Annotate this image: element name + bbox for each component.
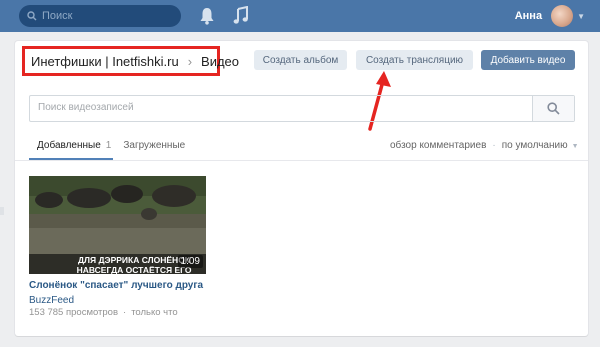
video-thumbnail[interactable]: ДЛЯ ДЭРРИКА СЛОНЁНОК НАВСЕГДА ОСТАЁТСЯ Е…	[29, 176, 206, 274]
left-edge-marker	[0, 207, 4, 215]
video-search-input[interactable]: Поиск видеозаписей	[29, 95, 575, 122]
breadcrumb-group-link[interactable]: Инетфишки | Inetfishki.ru	[31, 54, 179, 69]
search-icon	[27, 11, 37, 21]
separator-dot: ·	[123, 307, 127, 318]
video-duration: 1:09	[177, 255, 203, 268]
video-time: только что	[131, 307, 178, 318]
tab-added-count: 1	[105, 140, 112, 151]
video-search-placeholder: Поиск видеозаписей	[38, 102, 134, 113]
chevron-down-icon: ▼	[571, 143, 579, 150]
user-name: Анна	[514, 10, 543, 22]
video-meta: 153 785 просмотров · только что	[29, 307, 178, 318]
video-views: 153 785 просмотров	[29, 307, 119, 318]
create-stream-button[interactable]: Создать трансляцию	[356, 50, 473, 70]
avatar	[551, 5, 574, 27]
global-search-input[interactable]: Поиск	[19, 5, 181, 27]
search-placeholder: Поиск	[42, 10, 73, 22]
tab-added-label: Добавленные	[37, 140, 101, 151]
bell-icon[interactable]	[199, 7, 215, 25]
chevron-down-icon: ▼	[577, 11, 585, 21]
tab-uploaded[interactable]: Загруженные	[123, 140, 185, 151]
user-menu[interactable]: Анна ▼	[515, 4, 585, 28]
tab-added[interactable]: Добавленные 1	[37, 140, 111, 151]
comments-review-link[interactable]: обзор комментариев	[390, 140, 486, 151]
separator-dot: ·	[492, 140, 496, 151]
music-icon[interactable]	[233, 6, 249, 25]
top-navbar: Поиск Анна ▼	[0, 0, 600, 32]
video-tabs: Добавленные 1 Загруженные	[37, 140, 185, 151]
sort-controls: обзор комментариев · по умолчанию ▼	[390, 140, 579, 151]
video-author-link[interactable]: BuzzFeed	[29, 295, 74, 306]
video-search-button[interactable]	[532, 96, 574, 121]
chevron-right-icon: ›	[187, 53, 193, 69]
search-icon	[547, 102, 560, 115]
page-title: Видео	[201, 53, 240, 69]
create-album-button[interactable]: Создать альбом	[254, 50, 347, 70]
video-title-link[interactable]: Слонёнок "спасает" лучшего друга	[29, 280, 203, 291]
add-video-button[interactable]: Добавить видео	[481, 50, 575, 70]
sort-order-dropdown[interactable]: по умолчанию	[502, 140, 568, 151]
tabs-divider	[15, 160, 588, 161]
breadcrumb: Инетфишки | Inetfishki.ru › Видео	[31, 52, 239, 70]
